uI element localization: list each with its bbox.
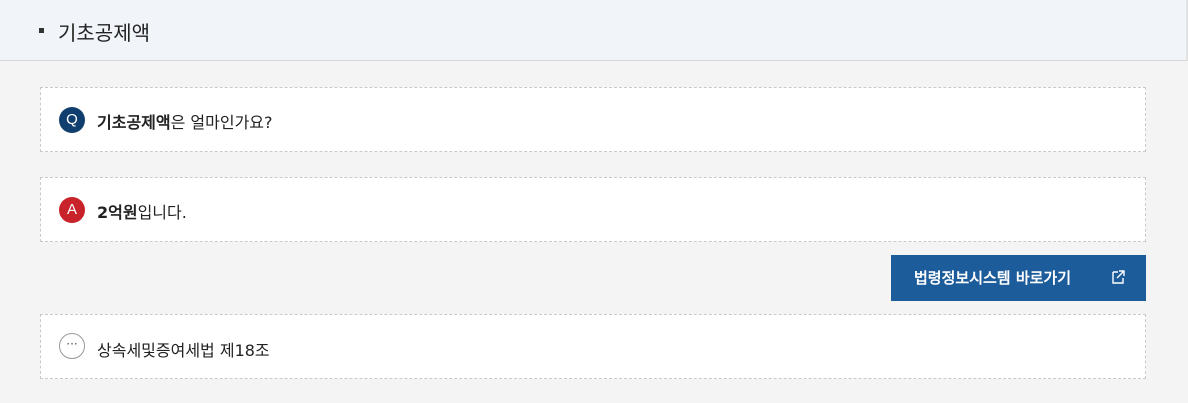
answer-keyword: 2억원 <box>97 203 138 222</box>
section-header: 기초공제액 <box>0 0 1188 61</box>
law-reference-box: ··· 상속세및증여세법 제18조 <box>40 314 1146 379</box>
question-rest: 은 얼마인가요? <box>170 113 273 132</box>
question-badge-icon: Q <box>59 107 85 133</box>
external-link-icon <box>1112 270 1125 284</box>
law-system-link-button[interactable]: 법령정보시스템 바로가기 <box>891 255 1146 301</box>
answer-text: 2억원입니다. <box>97 199 187 223</box>
answer-badge-icon: A <box>59 197 85 223</box>
section-title: 기초공제액 <box>58 21 150 45</box>
answer-rest: 입니다. <box>137 203 187 222</box>
bullet-icon <box>39 28 44 33</box>
question-text: 기초공제액은 얼마인가요? <box>97 109 273 133</box>
law-system-link-label: 법령정보시스템 바로가기 <box>914 269 1072 287</box>
more-dots-icon: ··· <box>59 333 85 359</box>
law-reference-text: 상속세및증여세법 제18조 <box>97 341 270 360</box>
answer-box: A 2억원입니다. <box>40 177 1146 242</box>
question-keyword: 기초공제액 <box>97 113 171 132</box>
question-box: Q 기초공제액은 얼마인가요? <box>40 87 1146 152</box>
